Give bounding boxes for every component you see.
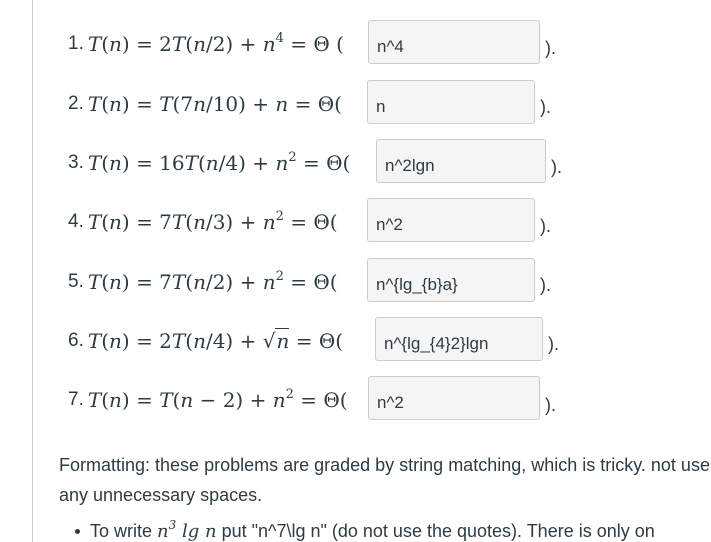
recurrence-equation: T(n) = 16T(n/4) + n2 = Θ( (87, 150, 351, 175)
recurrence-equation: T(n) = T(7n/10) + n = Θ( (87, 92, 342, 116)
problem-number: 4. (68, 211, 84, 232)
close-paren: ). (548, 334, 559, 354)
answer-input-1[interactable] (368, 20, 540, 64)
problem-number: 5. (68, 271, 84, 292)
recurrence-equation: T(n) = 2T(n/2) + n4 = Θ ( (87, 31, 344, 56)
example-math: n3 lg n (157, 518, 217, 542)
content-left-border (32, 0, 33, 542)
close-paren: ). (540, 275, 551, 295)
answer-input-5[interactable] (367, 258, 535, 302)
close-paren: ). (540, 216, 551, 236)
answer-input-6[interactable] (375, 317, 543, 361)
formatting-bullet: To write n3 lg n put "n^7\lg n" (do not … (75, 518, 655, 542)
close-paren: ). (545, 395, 556, 415)
problem-number: 1. (68, 33, 84, 54)
recurrence-equation: T(n) = 7T(n/2) + n2 = Θ( (87, 269, 338, 294)
problem-number: 7. (68, 389, 84, 410)
bullet-dot (75, 529, 80, 534)
close-paren: ). (540, 97, 551, 117)
answer-input-3[interactable] (376, 139, 546, 183)
bullet-prefix: To write (90, 521, 158, 541)
problem-4: 4. T(n) = 7T(n/3) + n2 = Θ( (68, 198, 338, 246)
recurrence-equation: T(n) = 2T(n/4) + √n = Θ( (87, 328, 344, 353)
answer-input-2[interactable] (367, 80, 535, 124)
problem-number: 2. (68, 93, 84, 114)
problem-5: 5. T(n) = 7T(n/2) + n2 = Θ( (68, 258, 338, 306)
answer-input-4[interactable] (367, 198, 535, 242)
recurrence-equation: T(n) = 7T(n/3) + n2 = Θ( (87, 209, 338, 234)
problem-1: 1. T(n) = 2T(n/2) + n4 = Θ ( (68, 20, 344, 68)
problem-2: 2. T(n) = T(7n/10) + n = Θ( (68, 80, 342, 128)
close-paren: ). (545, 38, 556, 58)
problem-7: 7. T(n) = T(n − 2) + n2 = Θ( (68, 376, 348, 424)
problem-number: 3. (68, 152, 84, 173)
formatting-instructions: Formatting: these problems are graded by… (59, 455, 710, 505)
problem-number: 6. (68, 330, 84, 351)
close-paren: ). (551, 157, 562, 177)
recurrence-equation: T(n) = T(n − 2) + n2 = Θ( (87, 387, 348, 412)
problem-6: 6. T(n) = 2T(n/4) + √n = Θ( (68, 317, 343, 365)
answer-input-7[interactable] (368, 376, 540, 420)
problem-3: 3. T(n) = 16T(n/4) + n2 = Θ( (68, 139, 350, 187)
bullet-text: put "n^7\lg n" (do not use the quotes). … (216, 521, 655, 541)
